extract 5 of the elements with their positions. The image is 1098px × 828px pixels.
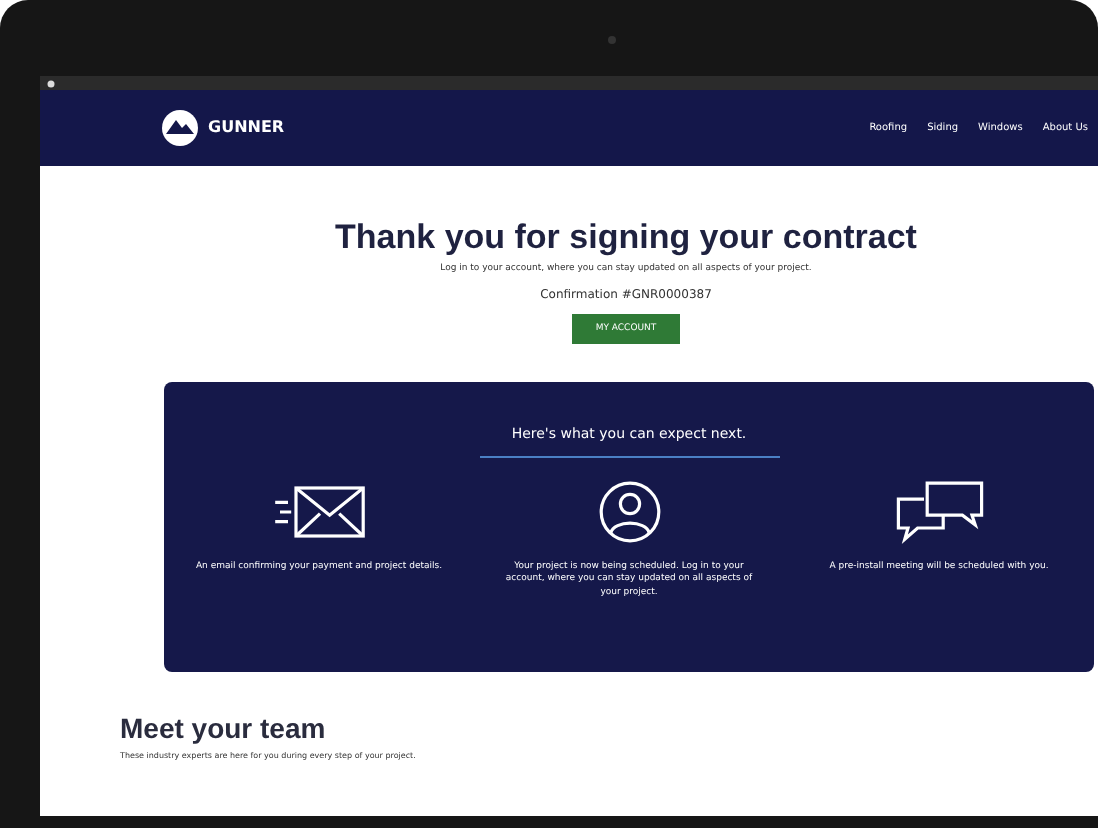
chat-bubbles-icon — [891, 478, 987, 546]
brand-name: GUNNER — [208, 120, 285, 136]
page-heading: Thank you for signing your contract — [335, 218, 917, 258]
team-heading: Meet your team — [120, 712, 328, 744]
logo-icon — [160, 108, 200, 148]
